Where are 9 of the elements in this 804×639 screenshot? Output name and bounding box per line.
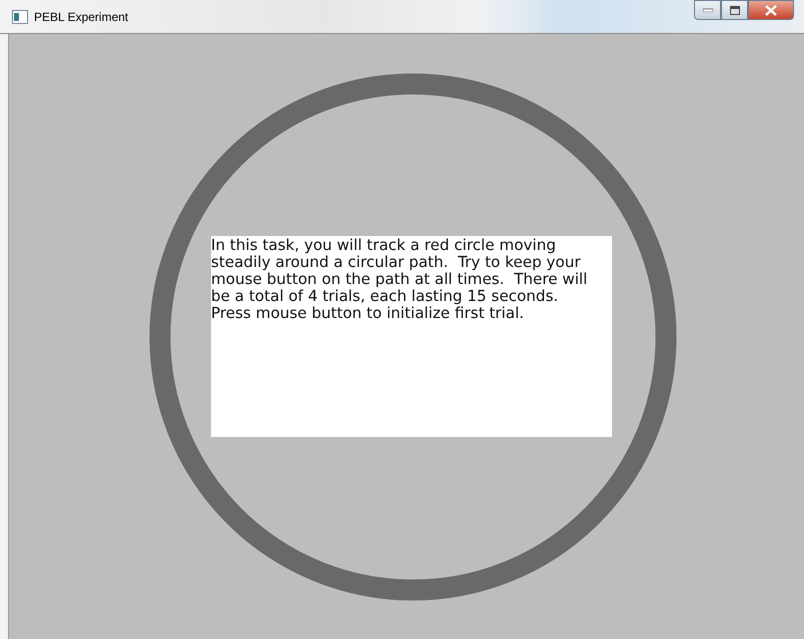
maximize-button[interactable]	[721, 0, 748, 20]
minimize-button[interactable]	[694, 0, 721, 20]
app-icon	[12, 10, 28, 24]
instructions-text: In this task, you will track a red circle moving steadily around a circular path. Try to keep your mouse button on the path at all times. There will be a total of 4 trials, each lasting 15 seconds. Press mouse button to initialize first trial.	[211, 236, 612, 437]
minimize-icon	[702, 8, 712, 12]
close-button[interactable]	[748, 0, 794, 20]
close-icon	[765, 4, 777, 16]
window-title: PEBL Experiment	[34, 10, 128, 24]
maximize-icon	[730, 6, 740, 14]
